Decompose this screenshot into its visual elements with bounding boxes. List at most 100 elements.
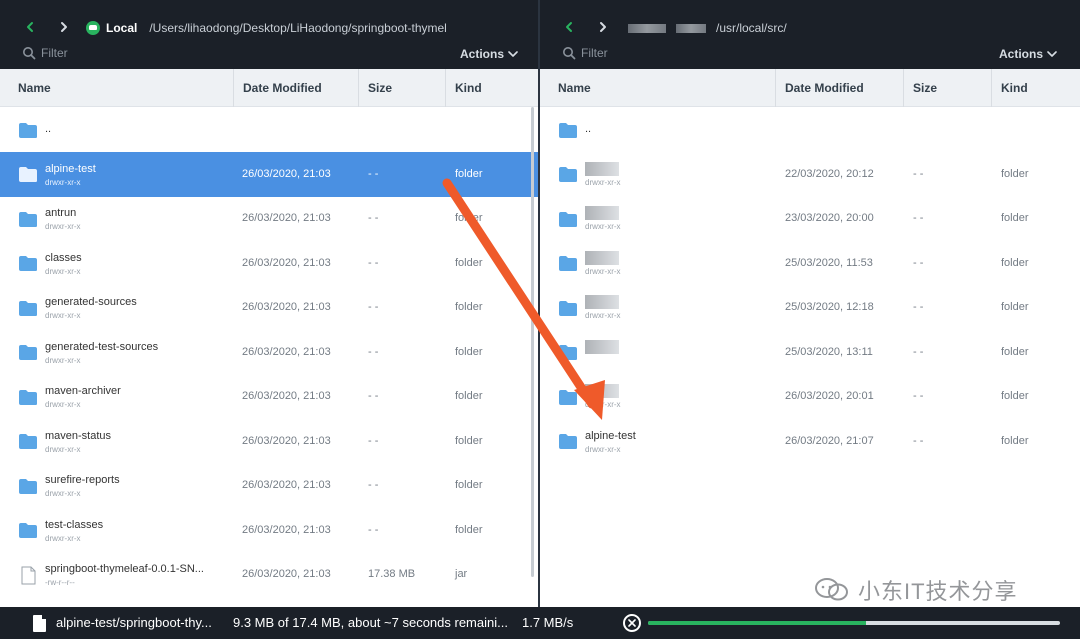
column-kind[interactable]: Kind bbox=[991, 69, 1080, 107]
file-row[interactable]: .. bbox=[540, 107, 1080, 152]
file-size: - - bbox=[368, 301, 379, 313]
file-size: - - bbox=[913, 345, 924, 358]
file-kind: folder bbox=[1001, 167, 1029, 180]
folder-icon bbox=[558, 298, 578, 318]
transfer-progress-bar bbox=[648, 621, 1060, 625]
file-name: .. bbox=[45, 123, 52, 135]
file-kind: folder bbox=[455, 434, 483, 447]
file-permissions: drwxr-xr-x bbox=[585, 444, 621, 454]
file-kind: folder bbox=[455, 301, 483, 313]
location-name: Local bbox=[106, 21, 138, 35]
file-kind: folder bbox=[1001, 301, 1029, 313]
redacted-user bbox=[676, 23, 706, 33]
column-size[interactable]: Size bbox=[903, 69, 991, 107]
remote-pane: /usr/local/src/ Filter Actions Name Date… bbox=[540, 0, 1080, 607]
remote-column-header: Name Date Modified Size Kind bbox=[540, 69, 1080, 107]
chevron-down-icon bbox=[508, 51, 518, 57]
file-row[interactable]: antrun drwxr-xr-x 26/03/2020, 21:03 - - fold… bbox=[0, 196, 538, 241]
chevron-left-icon bbox=[27, 22, 33, 32]
file-row[interactable]: drwxr-xr-x 23/03/2020, 20:00 - - folder bbox=[540, 196, 1080, 241]
column-date-modified[interactable]: Date Modified bbox=[233, 69, 358, 107]
local-file-list: .. alpine-test drwxr-xr-x 26/03/2020, 21:03… bbox=[0, 107, 538, 607]
remote-filter[interactable]: Filter bbox=[562, 44, 608, 62]
file-permissions: drwxr-xr-x bbox=[45, 400, 81, 409]
file-permissions: drwxr-xr-x bbox=[45, 489, 81, 498]
file-size: - - bbox=[913, 212, 924, 224]
file-size: 17.38 MB bbox=[368, 568, 416, 580]
file-kind: jar bbox=[455, 568, 468, 580]
file-name: antrun bbox=[45, 207, 77, 219]
file-date: 25/03/2020, 12:18 bbox=[785, 301, 874, 313]
file-date: 26/03/2020, 21:03 bbox=[242, 256, 331, 269]
file-size: - - bbox=[368, 434, 379, 447]
file-kind: folder bbox=[455, 390, 483, 402]
file-date: 26/03/2020, 21:07 bbox=[785, 434, 874, 447]
file-date: 26/03/2020, 21:03 bbox=[242, 568, 331, 580]
file-row[interactable]: drwxr-xr-x 25/03/2020, 12:18 - - folder bbox=[540, 285, 1080, 330]
file-permissions: drwxr-xr-x bbox=[585, 222, 621, 231]
folder-icon bbox=[558, 387, 578, 407]
file-date: 25/03/2020, 13:11 bbox=[785, 345, 873, 358]
file-row[interactable]: springboot-thymeleaf-0.0.1-SN... -rw-r--r… bbox=[0, 552, 538, 597]
file-kind: folder bbox=[1001, 212, 1029, 224]
file-permissions: drwxr-xr-x bbox=[45, 266, 81, 276]
column-name[interactable]: Name bbox=[558, 69, 775, 107]
remote-file-list: .. drwxr-xr-x 22/03/2020, 20:12- - folder dr… bbox=[540, 107, 1080, 607]
file-name: springboot-thymeleaf-0.0.1-SN... bbox=[45, 563, 204, 575]
remote-forward-button[interactable] bbox=[590, 14, 616, 40]
file-row[interactable]: maven-status drwxr-xr-x 26/03/2020, 21:03 -… bbox=[0, 419, 538, 464]
file-row[interactable]: alpine-test drwxr-xr-x 26/03/2020, 21:07 - … bbox=[540, 419, 1080, 464]
folder-icon bbox=[558, 432, 578, 452]
file-permissions: drwxr-xr-x bbox=[45, 533, 81, 543]
forward-button[interactable] bbox=[51, 14, 77, 40]
folder-icon bbox=[18, 254, 38, 274]
file-permissions: drwxr-xr-x bbox=[45, 222, 81, 231]
redacted-name bbox=[585, 161, 619, 176]
file-row[interactable]: surefire-reports drwxr-xr-x 26/03/2020, 21… bbox=[0, 463, 538, 508]
local-scrollbar[interactable] bbox=[531, 107, 534, 577]
file-row[interactable]: drwxr-xr-x 25/03/2020, 11:53 - - folder bbox=[540, 241, 1080, 286]
local-filter[interactable]: Filter bbox=[22, 44, 68, 62]
file-row[interactable]: drwxr-xr-x 26/03/2020, 20:01 - - folder bbox=[540, 374, 1080, 419]
file-name: maven-archiver bbox=[45, 385, 121, 397]
file-permissions: -rw-r--r-- bbox=[45, 578, 75, 587]
file-date: 26/03/2020, 21:03 bbox=[242, 434, 331, 447]
remote-actions-menu[interactable]: Actions bbox=[999, 45, 1057, 63]
cancel-transfer-button[interactable] bbox=[623, 614, 641, 632]
column-name[interactable]: Name bbox=[18, 69, 232, 107]
file-size: - - bbox=[913, 256, 924, 269]
file-row[interactable]: maven-archiver drwxr-xr-x 26/03/2020, 21:0… bbox=[0, 374, 538, 419]
file-date: 26/03/2020, 21:03 bbox=[242, 345, 331, 358]
local-toolbar: Local /Users/lihaodong/Desktop/LiHaodong… bbox=[0, 0, 538, 69]
back-button[interactable] bbox=[17, 14, 43, 40]
file-row[interactable]: .. bbox=[0, 107, 538, 152]
chevron-left-icon bbox=[566, 22, 572, 32]
remote-path-bar[interactable]: /usr/local/src/ bbox=[628, 18, 1068, 38]
file-date: 26/03/2020, 21:03 bbox=[242, 390, 331, 402]
file-row[interactable]: alpine-test drwxr-xr-x 26/03/2020, 21:03 - … bbox=[0, 151, 538, 197]
file-size: - - bbox=[368, 345, 379, 358]
column-size[interactable]: Size bbox=[358, 69, 445, 107]
folder-icon bbox=[558, 120, 578, 140]
file-row[interactable]: generated-sources drwxr-xr-x 26/03/2020, 2… bbox=[0, 285, 538, 330]
local-actions-menu[interactable]: Actions bbox=[460, 45, 518, 63]
file-name: maven-status bbox=[45, 429, 112, 442]
file-row[interactable]: test-classes drwxr-xr-x 26/03/2020, 21:03 -… bbox=[0, 508, 538, 553]
local-path-bar[interactable]: Local /Users/lihaodong/Desktop/LiHaodong… bbox=[86, 18, 527, 38]
remote-back-button[interactable] bbox=[556, 14, 582, 40]
file-row[interactable]: 25/03/2020, 13:11 - - folder bbox=[540, 330, 1080, 375]
file-row[interactable]: generated-test-sources drwxr-xr-x 26/03/20… bbox=[0, 330, 538, 375]
file-date: 26/03/2020, 21:03 bbox=[242, 479, 331, 491]
column-date-modified[interactable]: Date Modified bbox=[775, 69, 903, 107]
file-date: 23/03/2020, 20:00 bbox=[785, 212, 874, 224]
redacted-host bbox=[628, 23, 666, 33]
transfer-progress-fill bbox=[648, 621, 867, 625]
folder-icon bbox=[18, 387, 38, 407]
file-row[interactable]: classes drwxr-xr-x 26/03/2020, 21:03 - - fol… bbox=[0, 241, 538, 286]
file-kind: folder bbox=[1001, 390, 1029, 402]
column-kind[interactable]: Kind bbox=[445, 69, 538, 107]
file-icon bbox=[33, 615, 46, 632]
file-row[interactable]: drwxr-xr-x 22/03/2020, 20:12 - - folder bbox=[540, 152, 1080, 197]
folder-icon bbox=[18, 298, 38, 318]
file-name: test-classes bbox=[45, 518, 104, 531]
